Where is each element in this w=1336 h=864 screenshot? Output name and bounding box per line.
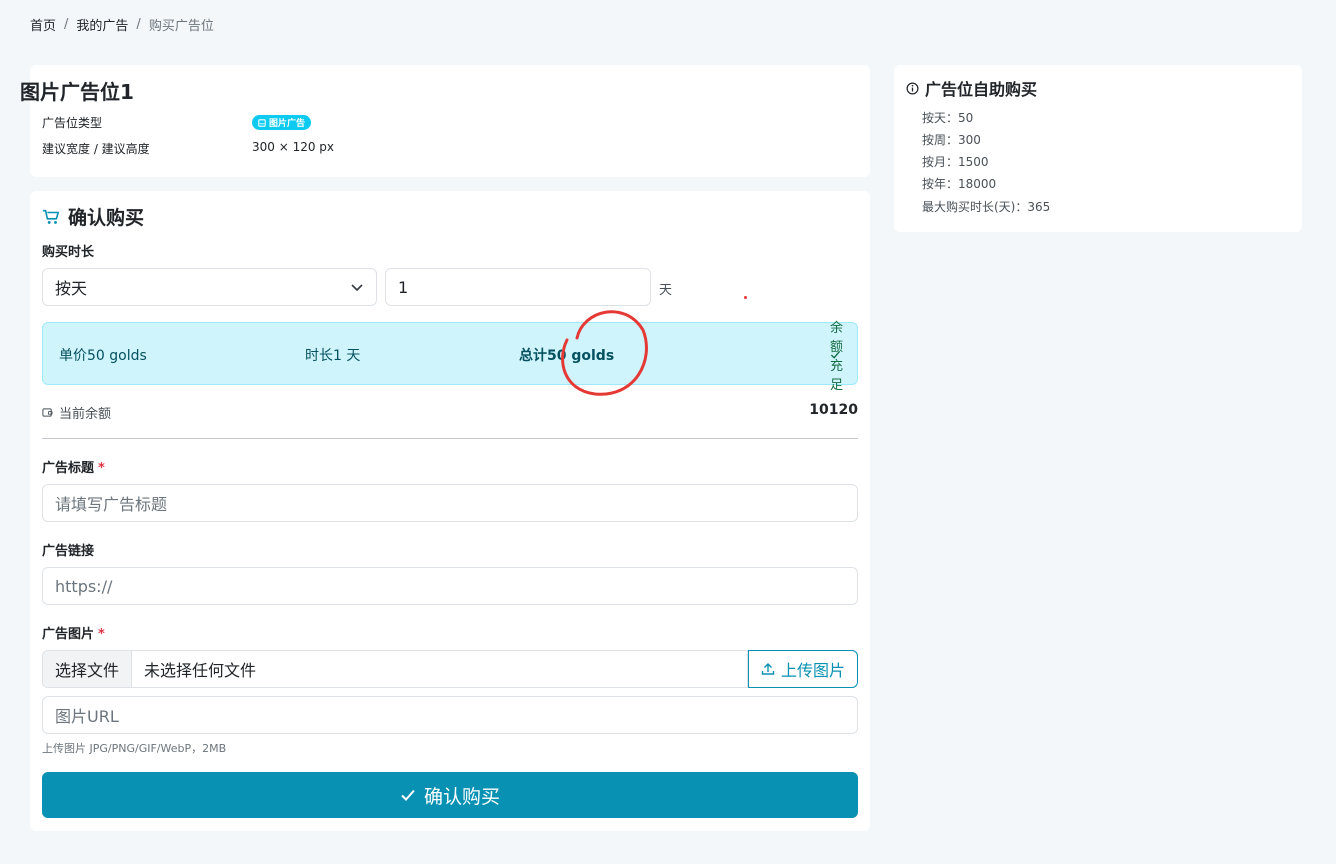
slot-type-badge: 图片广告 xyxy=(252,115,312,130)
price-per-day: 按天：50 xyxy=(922,111,974,125)
breadcrumb-home[interactable]: 首页 xyxy=(30,15,56,34)
slot-info-card xyxy=(30,65,870,177)
info-icon xyxy=(906,82,919,94)
duration-unit-text: 天 xyxy=(659,283,673,298)
divider xyxy=(42,438,858,439)
duration-unit-value: 按天 xyxy=(55,279,88,298)
required-mark: * xyxy=(98,627,105,642)
wallet-icon xyxy=(42,408,53,417)
balance-value: 10120 xyxy=(809,402,858,418)
confirm-purchase-text: 确认购买 xyxy=(423,785,500,808)
confirm-purchase-button[interactable]: 确认购买 xyxy=(42,772,858,818)
check-icon xyxy=(401,789,415,801)
file-input[interactable]: 选择文件 未选择任何文件 xyxy=(42,650,748,688)
ad-link-placeholder: https:// xyxy=(55,576,113,596)
purchase-section-title: 确认购买 xyxy=(42,203,144,230)
chevron-down-icon xyxy=(351,284,363,292)
upload-image-button[interactable]: 上传图片 xyxy=(748,650,858,688)
upload-hint: 上传图片 JPG/PNG/GIF/WebP，2MB xyxy=(42,742,227,755)
choose-file-button[interactable]: 选择文件 xyxy=(43,651,133,687)
duration-unit-select[interactable]: 按天 xyxy=(42,268,377,306)
slot-type-badge-text: 图片广告 xyxy=(269,119,306,129)
duration-quantity-value: 1 xyxy=(398,277,409,297)
ad-link-input[interactable]: https:// xyxy=(42,567,858,605)
slot-title: 图片广告位1 xyxy=(20,80,134,104)
ad-title-placeholder: 请填写广告标题 xyxy=(55,495,168,514)
breadcrumb: 首页 / 我的广告 / 购买广告位 xyxy=(30,15,214,34)
sidebar-title: 广告位自助购买 xyxy=(906,76,1037,100)
breadcrumb-my-ads[interactable]: 我的广告 xyxy=(76,15,128,34)
upload-image-text: 上传图片 xyxy=(780,661,845,680)
duration-label: 购买时长 xyxy=(42,245,95,260)
slot-type-label: 广告位类型 xyxy=(42,116,103,130)
sidebar-title-text: 广告位自助购买 xyxy=(925,80,1038,99)
upload-icon xyxy=(761,663,775,675)
unit-price: 单价50 golds xyxy=(59,348,147,364)
ad-title-label-text: 广告标题 xyxy=(42,461,95,476)
cart-icon xyxy=(42,209,60,224)
annotation-dot xyxy=(744,296,747,299)
ad-link-label: 广告链接 xyxy=(42,544,95,559)
breadcrumb-separator: / xyxy=(136,17,141,32)
breadcrumb-separator: / xyxy=(64,17,69,32)
price-per-week: 按周：300 xyxy=(922,133,981,147)
image-url-input[interactable]: 图片URL xyxy=(42,696,858,734)
balance-sufficient-status: 余额充足 xyxy=(830,321,843,393)
annotation-circle xyxy=(561,310,648,396)
ad-title-input[interactable]: 请填写广告标题 xyxy=(42,484,858,522)
ad-image-label-text: 广告图片 xyxy=(42,627,95,642)
balance-label-text: 当前余额 xyxy=(59,407,112,422)
balance-sufficient-text: 余额充足 xyxy=(830,320,844,393)
breadcrumb-current: 购买广告位 xyxy=(148,19,214,34)
image-icon xyxy=(258,118,266,127)
price-per-year: 按年：18000 xyxy=(922,177,997,191)
balance-label: 当前余额 xyxy=(42,403,111,422)
file-status: 未选择任何文件 xyxy=(144,661,257,680)
required-mark: * xyxy=(98,461,105,476)
duration-summary: 时长1 天 xyxy=(305,348,361,364)
ad-image-label: 广告图片 * xyxy=(42,623,105,642)
slot-size-value: 300 × 120 px xyxy=(252,140,335,154)
ad-title-label: 广告标题 * xyxy=(42,457,105,476)
slot-size-label: 建议宽度 / 建议高度 xyxy=(42,142,150,156)
purchase-title-text: 确认购买 xyxy=(68,207,145,229)
max-duration: 最大购买时长(天)：365 xyxy=(922,200,1051,214)
price-summary: 单价50 golds 时长1 天 总计50 golds 余额充足 xyxy=(42,321,858,393)
image-url-placeholder: 图片URL xyxy=(55,707,119,726)
price-per-month: 按月：1500 xyxy=(922,155,989,169)
